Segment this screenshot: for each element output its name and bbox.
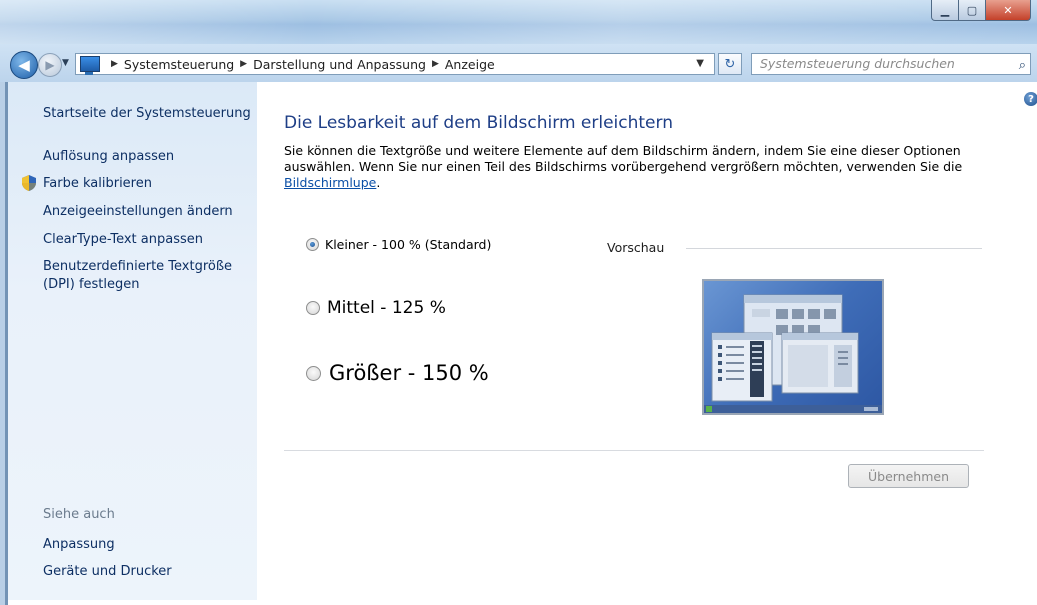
sidebar-link-devices-printers[interactable]: Geräte und Drucker <box>43 563 172 581</box>
close-icon: ✕ <box>1003 3 1013 17</box>
forward-button[interactable]: ▶ <box>38 53 62 77</box>
see-also-heading: Siehe auch <box>43 507 115 522</box>
option-medium-label[interactable]: Mittel - 125 % <box>327 298 446 318</box>
page-description: Sie können die Textgröße und weitere Ele… <box>284 143 984 191</box>
history-dropdown-icon[interactable]: ▼ <box>62 58 69 68</box>
navigation-bar: ◀ ▶ ▼ ▶ Systemsteuerung ▶ Darstellung un… <box>0 44 1037 82</box>
description-line-3: Bildschirmlupe. <box>284 175 381 190</box>
sidebar-link-display-settings[interactable]: Anzeigeeinstellungen ändern <box>43 203 233 221</box>
preview-illustration <box>704 294 882 413</box>
radio-small[interactable] <box>306 238 319 251</box>
back-button[interactable]: ◀ <box>10 51 38 79</box>
option-large[interactable]: Größer - 150 % <box>306 361 489 385</box>
close-button[interactable]: ✕ <box>986 0 1031 21</box>
minimize-button[interactable]: ▁ <box>931 0 959 21</box>
address-dropdown-icon[interactable]: ▼ <box>696 58 704 69</box>
page-title: Die Lesbarkeit auf dem Bildschirm erleic… <box>284 113 673 133</box>
sidebar-link-personalization[interactable]: Anpassung <box>43 536 115 554</box>
sidebar-link-dpi-line2[interactable]: (DPI) festlegen <box>43 276 140 294</box>
chevron-right-icon[interactable]: ▶ <box>111 59 118 69</box>
sidebar-link-calibrate[interactable]: Farbe kalibrieren <box>43 175 152 193</box>
refresh-icon: ↻ <box>724 56 736 72</box>
search-input[interactable]: Systemsteuerung durchsuchen ⌕ <box>751 53 1031 75</box>
option-small[interactable]: Kleiner - 100 % (Standard) <box>306 237 491 252</box>
window-left-edge <box>0 82 8 605</box>
chevron-right-icon[interactable]: ▶ <box>432 59 439 69</box>
option-small-label[interactable]: Kleiner - 100 % (Standard) <box>325 237 491 252</box>
sidebar-link-cleartype[interactable]: ClearType-Text anpassen <box>43 231 203 249</box>
magnifier-link[interactable]: Bildschirmlupe <box>284 175 376 190</box>
refresh-button[interactable]: ↻ <box>718 53 742 75</box>
option-large-label[interactable]: Größer - 150 % <box>329 361 489 385</box>
breadcrumb-systemsteuerung[interactable]: Systemsteuerung <box>124 57 234 72</box>
breadcrumb-anzeige[interactable]: Anzeige <box>445 57 495 72</box>
chevron-right-icon[interactable]: ▶ <box>240 59 247 69</box>
maximize-button[interactable]: ▢ <box>959 0 986 21</box>
shield-icon <box>22 175 36 191</box>
sidebar-link-dpi[interactable]: Benutzerdefinierte Textgröße <box>43 258 232 276</box>
description-line-1: Sie können die Textgröße und weitere Ele… <box>284 143 961 158</box>
sidebar-link-home[interactable]: Startseite der Systemsteuerung <box>43 105 251 123</box>
minimize-icon: ▁ <box>940 3 950 17</box>
search-icon[interactable]: ⌕ <box>1019 56 1026 76</box>
window-controls: ▁ ▢ ✕ <box>931 0 1031 22</box>
address-bar[interactable]: ▶ Systemsteuerung ▶ Darstellung und Anpa… <box>75 53 715 75</box>
sidebar-link-resolution[interactable]: Auflösung anpassen <box>43 148 174 166</box>
search-placeholder: Systemsteuerung durchsuchen <box>760 56 955 71</box>
title-bar: ▁ ▢ ✕ <box>0 0 1037 44</box>
breadcrumb-darstellung[interactable]: Darstellung und Anpassung <box>253 57 426 72</box>
arrow-left-icon: ◀ <box>18 56 30 74</box>
preview-image <box>702 279 884 415</box>
help-icon[interactable]: ? <box>1024 92 1037 106</box>
radio-large[interactable] <box>306 365 321 381</box>
description-line-2: auswählen. Wenn Sie nur einen Teil des B… <box>284 159 963 174</box>
radio-medium[interactable] <box>306 301 320 315</box>
option-medium[interactable]: Mittel - 125 % <box>306 298 446 318</box>
maximize-icon: ▢ <box>966 3 978 17</box>
preview-label: Vorschau <box>607 240 665 255</box>
arrow-right-icon: ▶ <box>45 58 55 72</box>
preview-divider <box>686 248 982 249</box>
section-divider <box>284 450 984 451</box>
apply-button[interactable]: Übernehmen <box>848 464 969 488</box>
control-panel-icon <box>80 56 100 75</box>
